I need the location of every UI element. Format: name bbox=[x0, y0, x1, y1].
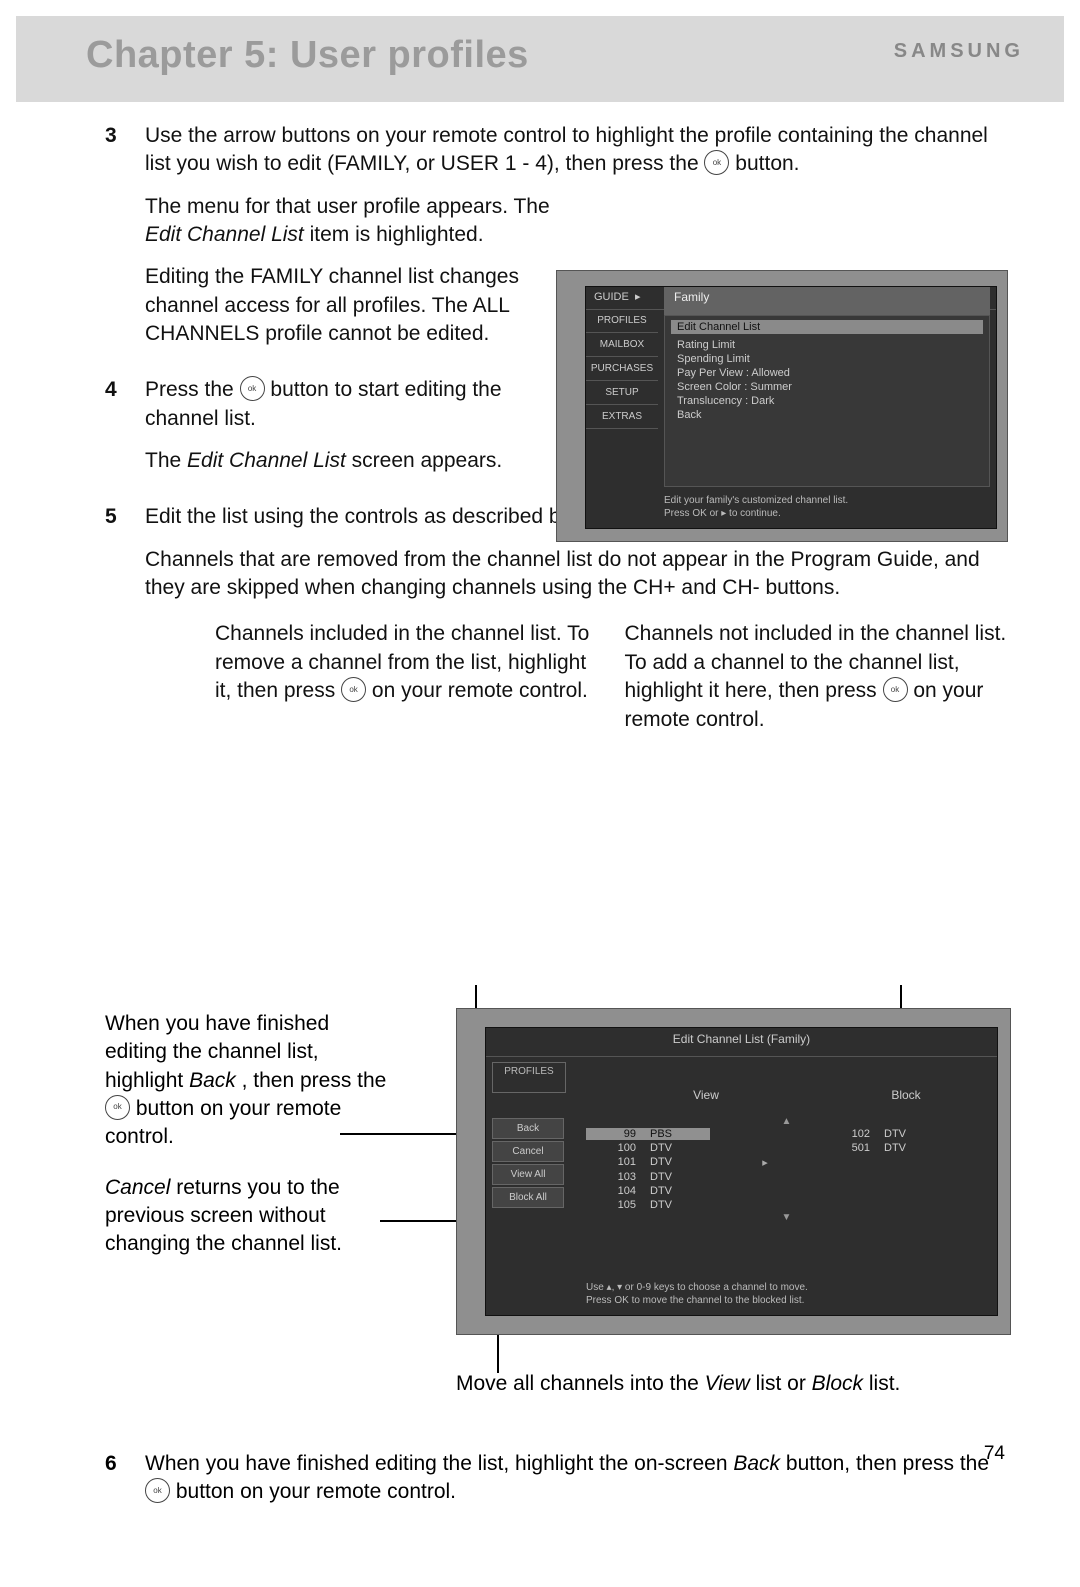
text: Move all channels into the bbox=[456, 1372, 705, 1395]
callout-move-all: Move all channels into the View list or … bbox=[456, 1370, 1016, 1398]
menu-item: Screen Color : Summer bbox=[665, 380, 989, 394]
italic-text: Back bbox=[189, 1069, 236, 1092]
chapter-title: Chapter 5: User profiles bbox=[86, 34, 529, 77]
ok-button-icon bbox=[341, 677, 366, 702]
screen-title: Edit Channel List (Family) bbox=[486, 1028, 997, 1057]
callout-columns: Channels included in the channel list. T… bbox=[145, 620, 1010, 733]
italic-text: Edit Channel List bbox=[145, 223, 304, 246]
callout-not-included: Channels not included in the channel lis… bbox=[625, 620, 1011, 733]
menu-item: Edit Channel List bbox=[671, 320, 983, 334]
text: The bbox=[145, 449, 187, 472]
block-header: Block bbox=[836, 1088, 976, 1108]
text: on your remote control. bbox=[372, 679, 588, 702]
step-number: 6 bbox=[105, 1450, 145, 1507]
channel-row: 101DTV▸ bbox=[586, 1155, 987, 1170]
italic-text: Edit Channel List bbox=[187, 449, 346, 472]
menu-button: Cancel bbox=[492, 1141, 564, 1162]
italic-text: Block bbox=[812, 1372, 863, 1395]
menu-tab: SETUP bbox=[586, 381, 658, 405]
text: button. bbox=[735, 152, 799, 175]
profiles-tab: PROFILES bbox=[492, 1062, 566, 1093]
menu-button: Block All bbox=[492, 1187, 564, 1208]
step-number: 3 bbox=[105, 122, 145, 362]
callout-included: Channels included in the channel list. T… bbox=[145, 620, 601, 733]
callout-finished: When you have finished editing the chann… bbox=[105, 1010, 395, 1152]
step-number: 4 bbox=[105, 376, 145, 489]
page-number: 74 bbox=[984, 1443, 1005, 1465]
menu-tab: PROFILES bbox=[586, 309, 658, 333]
step-6: 6 When you have finished editing the lis… bbox=[105, 1450, 1010, 1521]
menu-item: Translucency : Dark bbox=[665, 394, 989, 408]
text: button on your remote control. bbox=[105, 1097, 341, 1148]
step-number: 5 bbox=[105, 503, 145, 733]
text: When you have finished editing the list,… bbox=[145, 1452, 733, 1475]
text: button, then press the bbox=[786, 1452, 989, 1475]
callout-cancel: Cancel returns you to the previous scree… bbox=[105, 1174, 395, 1259]
view-header: View bbox=[616, 1088, 796, 1108]
channel-row: 103DTV bbox=[586, 1170, 987, 1184]
menu-item: Pay Per View : Allowed bbox=[665, 366, 989, 380]
channel-row: 105DTV bbox=[586, 1198, 987, 1212]
text: list. bbox=[869, 1372, 901, 1395]
text: The menu for that user profile appears. … bbox=[145, 195, 550, 218]
menu-header: Family bbox=[664, 287, 990, 315]
menu-tab: EXTRAS bbox=[586, 405, 658, 429]
channel-row: 104DTV bbox=[586, 1184, 987, 1198]
menu-tab: PURCHASES bbox=[586, 357, 658, 381]
ok-button-icon bbox=[105, 1095, 130, 1120]
text: , then press the bbox=[242, 1069, 387, 1092]
brand-logo: SAMSUNG bbox=[894, 40, 1024, 63]
screenshot-profile-menu: GUIDE ▸ Family PROFILESMAILBOXPURCHASESS… bbox=[556, 270, 1008, 542]
menu-button: Back bbox=[492, 1118, 564, 1139]
ok-button-icon bbox=[704, 150, 729, 175]
screenshot-edit-channel-list: Edit Channel List (Family) PROFILES Back… bbox=[456, 1008, 1011, 1335]
paragraph: Channels that are removed from the chann… bbox=[145, 546, 1010, 603]
document-page: Chapter 5: User profiles SAMSUNG 3 Use t… bbox=[0, 0, 1080, 1587]
menu-item: Rating Limit bbox=[665, 338, 989, 352]
ok-button-icon bbox=[145, 1478, 170, 1503]
connector-line bbox=[497, 1335, 499, 1373]
italic-text: Back bbox=[733, 1452, 780, 1475]
hint-text: Press OK to move the channel to the bloc… bbox=[586, 1294, 987, 1307]
hint-text: Press OK or ▸ to continue. bbox=[664, 507, 990, 520]
paragraph: Editing the FAMILY channel list changes … bbox=[145, 263, 565, 348]
channel-row: 99PBS102DTV bbox=[586, 1127, 987, 1141]
italic-text: Cancel bbox=[105, 1176, 170, 1199]
text: item is highlighted. bbox=[310, 223, 484, 246]
text: button on your remote control. bbox=[176, 1480, 456, 1503]
chapter-header: Chapter 5: User profiles SAMSUNG bbox=[16, 16, 1064, 102]
menu-item: Back bbox=[665, 408, 989, 422]
ok-button-icon bbox=[240, 376, 265, 401]
menu-item: Spending Limit bbox=[665, 352, 989, 366]
left-callouts: When you have finished editing the chann… bbox=[105, 1010, 395, 1281]
text: list or bbox=[756, 1372, 812, 1395]
channel-row: 100DTV501DTV bbox=[586, 1141, 987, 1155]
text: Press the bbox=[145, 378, 240, 401]
step-body: When you have finished editing the list,… bbox=[145, 1450, 1010, 1507]
italic-text: View bbox=[705, 1372, 750, 1395]
ok-button-icon bbox=[883, 677, 908, 702]
text: screen appears. bbox=[352, 449, 503, 472]
menu-button: View All bbox=[492, 1164, 564, 1185]
hint-text: Edit your family's customized channel li… bbox=[664, 494, 990, 507]
hint-text: Use ▴, ▾ or 0-9 keys to choose a channel… bbox=[586, 1281, 987, 1294]
text: Use the arrow buttons on your remote con… bbox=[145, 124, 988, 175]
menu-tab: MAILBOX bbox=[586, 333, 658, 357]
